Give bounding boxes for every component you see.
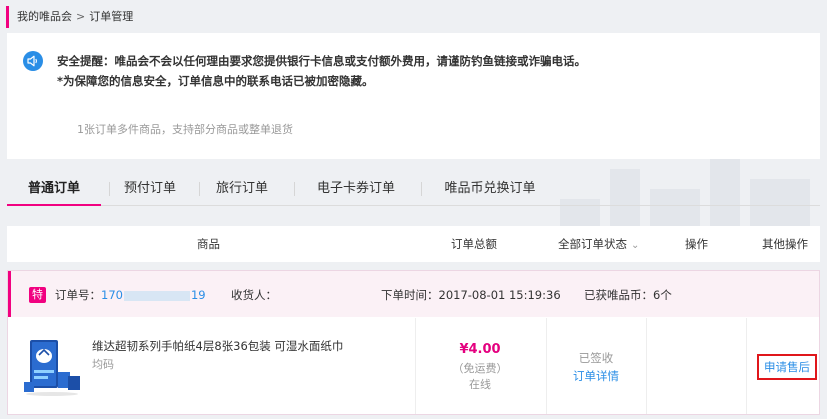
- special-sale-badge: 特: [29, 287, 46, 303]
- tab-regular-orders[interactable]: 普通订单: [7, 178, 101, 206]
- order-detail-link[interactable]: 订单详情: [546, 368, 646, 384]
- security-warning-text: 安全提醒：唯品会不会以任何理由要求您提供银行卡信息或支付额外费用，请谨防钓鱼链接…: [57, 54, 586, 68]
- order-header-row: 特 订单号：170 19 收货人： 下单时间：2017-08-01 15:19:3…: [8, 271, 819, 317]
- security-notice-panel: 安全提醒：唯品会不会以任何理由要求您提供银行卡信息或支付额外费用，请谨防钓鱼链接…: [7, 33, 820, 159]
- breadcrumb: 我的唯品会 > 订单管理: [6, 6, 133, 28]
- order-number-start: 170: [101, 288, 123, 302]
- column-product: 商品: [197, 237, 220, 251]
- tab-prepaid-orders[interactable]: 预付订单: [113, 178, 187, 206]
- product-image[interactable]: [22, 336, 84, 398]
- order-type-tabs: 普通订单 预付订单 旅行订单 电子卡券订单 唯品币兑换订单: [7, 178, 820, 206]
- receiver-label: 收货人：: [231, 288, 277, 302]
- order-price: ¥4.00: [459, 342, 501, 357]
- apply-after-sale-button[interactable]: 申请售后: [757, 354, 817, 380]
- order-number-mask: [123, 290, 190, 301]
- freight-note: （免运费）: [452, 362, 508, 375]
- order-status-filter[interactable]: 全部订单状态 ⌄: [558, 226, 639, 262]
- product-spec: 均码: [92, 358, 114, 371]
- product-name-link[interactable]: 维达超韧系列手帕纸4层8张36包装 可湿水面纸巾: [92, 338, 343, 354]
- column-divider: [746, 318, 747, 414]
- tab-travel-orders[interactable]: 旅行订单: [205, 178, 279, 206]
- tab-divider: [109, 182, 110, 196]
- column-action: 操作: [685, 237, 708, 251]
- column-divider: [546, 318, 547, 414]
- tab-divider: [294, 182, 295, 196]
- order-card: 特 订单号：170 19 收货人： 下单时间：2017-08-01 15:19:3…: [7, 270, 820, 415]
- speaker-icon: [23, 51, 43, 71]
- tab-divider: [421, 182, 422, 196]
- breadcrumb-home-link[interactable]: 我的唯品会: [17, 10, 72, 23]
- breadcrumb-current: 订单管理: [89, 10, 134, 23]
- order-status-filter-label: 全部订单状态: [558, 237, 627, 251]
- order-time: 下单时间：2017-08-01 15:19:36: [381, 288, 561, 302]
- return-policy-text: 1张订单多件商品，支持部分商品或整单退货: [77, 123, 293, 136]
- payment-method: 在线: [469, 378, 491, 391]
- column-total: 订单总额: [451, 237, 497, 251]
- order-number: 订单号：170 19: [55, 271, 206, 317]
- breadcrumb-separator: >: [76, 10, 86, 23]
- order-number-label: 订单号：: [55, 288, 101, 302]
- coins-earned: 已获唯品币：6个: [584, 288, 672, 302]
- order-number-end: 19: [190, 288, 206, 302]
- chevron-down-icon: ⌄: [631, 240, 640, 251]
- order-item-row: 维达超韧系列手帕纸4层8张36包装 可湿水面纸巾 均码 ¥4.00 （免运费） …: [8, 318, 819, 414]
- tab-coin-exchange-orders[interactable]: 唯品币兑换订单: [431, 178, 549, 206]
- privacy-note-text: *为保障您的信息安全，订单信息中的联系电话已被加密隐藏。: [57, 74, 374, 88]
- order-table-header: 商品 订单总额 全部订单状态 ⌄ 操作 其他操作: [7, 226, 820, 262]
- column-divider: [646, 318, 647, 414]
- column-other-actions: 其他操作: [762, 237, 808, 251]
- order-number-link[interactable]: 170 19: [101, 288, 206, 302]
- tab-divider: [199, 182, 200, 196]
- tab-ecard-orders[interactable]: 电子卡券订单: [305, 178, 407, 206]
- order-status: 已签收: [578, 351, 614, 365]
